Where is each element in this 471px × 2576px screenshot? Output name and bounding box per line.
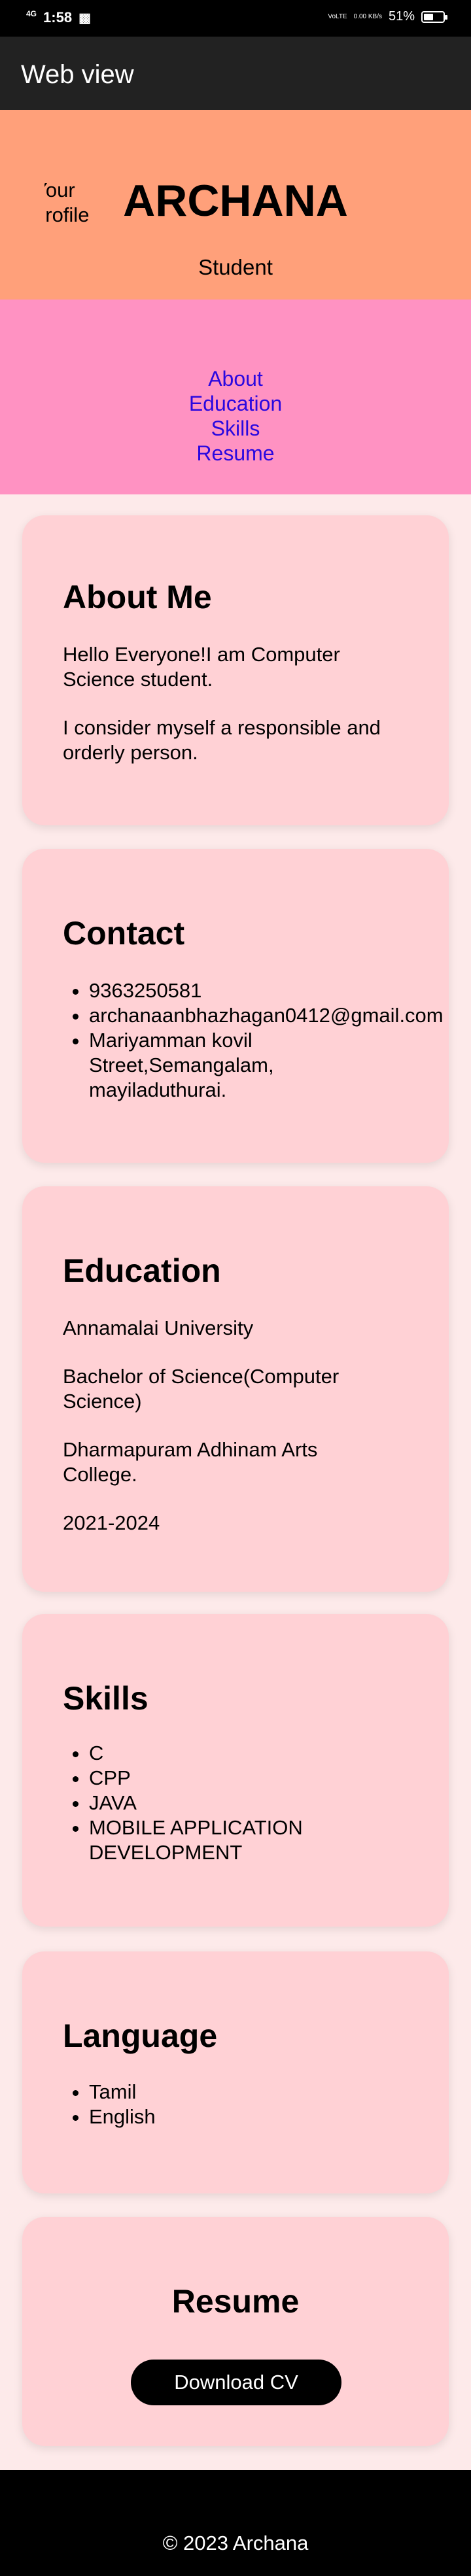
about-heading: About Me (63, 579, 212, 615)
resume-card: Resume Download CV (22, 2217, 449, 2446)
app-bar: Web view (0, 37, 471, 110)
network-type: 4G (26, 9, 37, 18)
skill-item: MOBILE APPLICATION DEVELOPMENT (89, 1815, 364, 1865)
contact-content: 9363250581 archanaanbhazhagan0412@gmail.… (63, 978, 444, 1103)
app-title: Web view (21, 60, 134, 89)
download-cv-button[interactable]: Download CV (131, 2360, 341, 2405)
skills-list: C CPP JAVA MOBILE APPLICATION DEVELOPMEN… (89, 1741, 364, 1865)
education-degree: Bachelor of Science(Computer Science) (63, 1365, 340, 1413)
profile-name: ARCHANA (123, 176, 348, 226)
network-speed: 0.00 KB/s (353, 13, 382, 20)
contact-card: Contact 9363250581 archanaanbhazhagan041… (22, 849, 449, 1163)
profile-role: Student (198, 255, 273, 279)
education-university: Annamalai University (63, 1316, 254, 1339)
clock: 1:58 (43, 9, 73, 26)
about-paragraph: Hello Everyone!I am Computer Science stu… (63, 643, 340, 691)
section-nav: About Education Skills Resume (0, 300, 471, 494)
battery-icon (421, 10, 447, 23)
battery-fill (424, 13, 433, 20)
language-list: Tamil English (89, 2080, 364, 2129)
nav-link-resume[interactable]: Resume (0, 441, 471, 466)
volte-indicator: VoLTE (328, 13, 347, 20)
skills-card: Skills C CPP JAVA MOBILE APPLICATION DEV… (22, 1614, 449, 1927)
about-card: About Me Hello Everyone!I am Computer Sc… (22, 515, 449, 825)
language-item: Tamil (89, 2080, 364, 2104)
skills-heading: Skills (63, 1680, 148, 1717)
status-bar: 4G 1:58 ▩ VoLTE 0.00 KB/s 51% (0, 0, 471, 37)
skills-content: C CPP JAVA MOBILE APPLICATION DEVELOPMEN… (63, 1741, 364, 1865)
education-college: Dharmapuram Adhinam Arts College. (63, 1438, 318, 1486)
education-heading: Education (63, 1252, 221, 1289)
skill-item: C (89, 1741, 364, 1766)
contact-email: archanaanbhazhagan0412@gmail.com (89, 1003, 444, 1028)
footer: © 2023 Archana (0, 2470, 471, 2576)
skill-item: CPP (89, 1766, 364, 1791)
profile-header: Your profile picture ARCHANA Student (0, 110, 471, 300)
language-content: Tamil English (63, 2080, 364, 2129)
status-right: VoLTE 0.00 KB/s 51% (328, 9, 447, 24)
contact-address: Mariyamman kovil Street,Semangalam, mayi… (89, 1028, 298, 1103)
education-years: 2021-2024 (63, 1511, 160, 1534)
about-content: Hello Everyone!I am Computer Science stu… (63, 642, 416, 789)
language-item: English (89, 2104, 364, 2129)
education-content: Annamalai University Bachelor of Science… (63, 1316, 390, 1559)
footer-copyright: © 2023 Archana (162, 2532, 309, 2554)
language-heading: Language (63, 2018, 218, 2054)
battery-percent: 51% (388, 9, 415, 24)
skill-item: JAVA (89, 1791, 364, 1815)
status-left: 4G 1:58 ▩ (26, 9, 91, 26)
contact-heading: Contact (63, 915, 185, 952)
nav-link-education[interactable]: Education (0, 391, 471, 416)
about-paragraph: I consider myself a responsible and orde… (63, 716, 381, 764)
gallery-notification-icon: ▩ (78, 10, 91, 26)
education-card: Education Annamalai University Bachelor … (22, 1186, 449, 1592)
contact-list: 9363250581 archanaanbhazhagan0412@gmail.… (89, 978, 444, 1103)
contact-phone: 9363250581 (89, 978, 429, 1003)
language-card: Language Tamil English (22, 1951, 449, 2193)
nav-link-skills[interactable]: Skills (0, 416, 471, 441)
resume-heading: Resume (171, 2283, 300, 2320)
nav-link-about[interactable]: About (0, 366, 471, 391)
